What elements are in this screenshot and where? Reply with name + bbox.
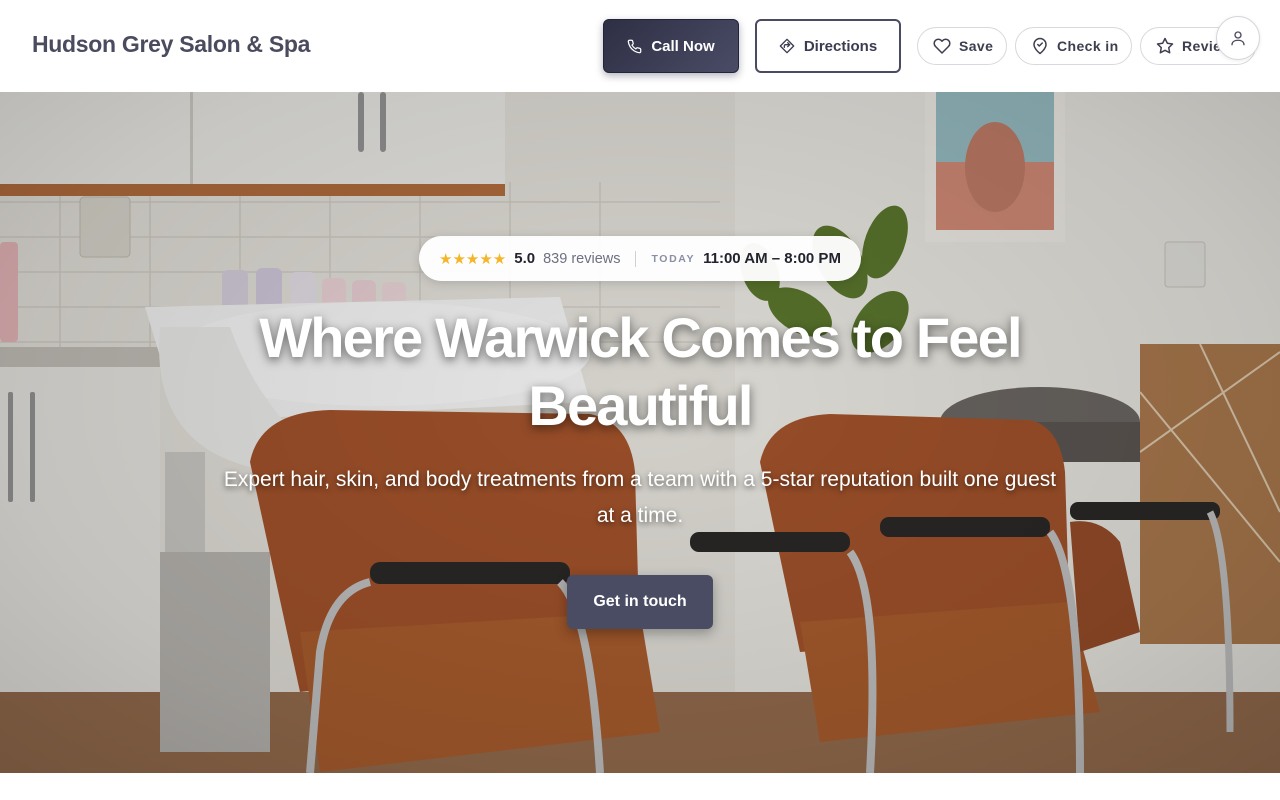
get-in-touch-button[interactable]: Get in touch: [567, 575, 713, 629]
site-header: Hudson Grey Salon & Spa Call Now Directi…: [0, 0, 1280, 92]
phone-icon: [627, 39, 642, 54]
hero-headline: Where Warwick Comes to Feel Beautiful: [259, 306, 1022, 437]
directions-label: Directions: [803, 37, 878, 55]
rating-hours-badge: ★★★★★ 5.0 839 reviews TODAY 11:00 AM – 8…: [419, 236, 861, 281]
save-button[interactable]: Save: [917, 27, 1007, 65]
today-label: TODAY: [651, 252, 696, 265]
opening-hours: 11:00 AM – 8:00 PM: [703, 250, 841, 267]
hero-section: ★★★★★ 5.0 839 reviews TODAY 11:00 AM – 8…: [0, 92, 1280, 773]
star-icon: [1156, 37, 1174, 55]
directions-icon: [779, 38, 795, 54]
map-pin-icon: [1031, 37, 1049, 55]
check-in-label: Check in: [1057, 38, 1119, 54]
review-count[interactable]: 839 reviews: [543, 251, 620, 267]
badge-divider: [635, 250, 637, 267]
rating-value: 5.0: [514, 250, 536, 267]
user-icon: [1229, 29, 1247, 47]
directions-button[interactable]: Directions: [755, 19, 901, 73]
check-in-button[interactable]: Check in: [1015, 27, 1132, 65]
save-label: Save: [959, 38, 994, 54]
rating-stars: ★★★★★: [439, 250, 507, 268]
hero-subheadline: Expert hair, skin, and body treatments f…: [223, 468, 1057, 527]
brand-name[interactable]: Hudson Grey Salon & Spa: [32, 31, 310, 58]
account-button[interactable]: [1216, 16, 1260, 60]
heart-icon: [933, 37, 951, 55]
call-now-label: Call Now: [651, 37, 715, 55]
call-now-button[interactable]: Call Now: [603, 19, 739, 73]
